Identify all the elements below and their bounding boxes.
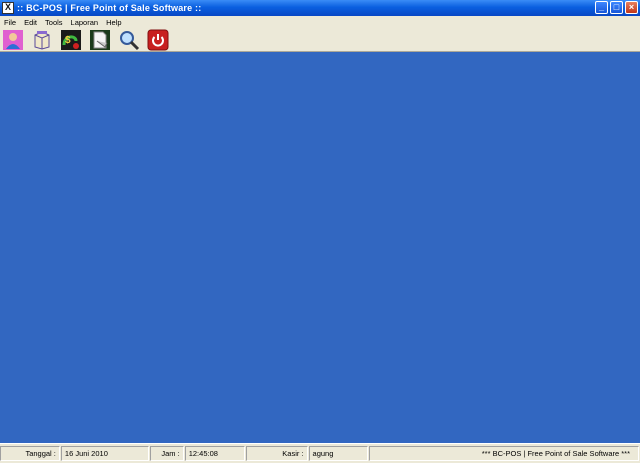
window-controls: _ □ ×	[595, 1, 638, 14]
jam-value: 12:45:08	[184, 446, 245, 461]
footer-text: *** BC-POS | Free Point of Sale Software…	[369, 446, 639, 461]
user-icon	[3, 29, 23, 50]
workspace-area	[0, 52, 640, 443]
window-title: :: BC-POS | Free Point of Sale Software …	[17, 3, 202, 13]
menu-bar: File Edit Tools Laporan Help	[0, 16, 640, 28]
sales-button[interactable]: $	[59, 29, 83, 51]
power-icon	[147, 29, 169, 50]
close-button[interactable]: ×	[625, 1, 638, 14]
tanggal-value: 16 Juni 2010	[60, 446, 149, 461]
report-button[interactable]	[88, 29, 112, 51]
svg-text:$: $	[65, 35, 71, 46]
toolbar: $	[0, 28, 640, 52]
jam-label: Jam :	[149, 446, 184, 461]
document-icon	[90, 29, 110, 50]
minimize-button[interactable]: _	[595, 1, 608, 14]
menu-help[interactable]: Help	[102, 18, 125, 27]
product-button[interactable]	[30, 29, 54, 51]
maximize-button[interactable]: □	[610, 1, 623, 14]
user-button[interactable]	[1, 29, 25, 51]
kasir-value: agung	[308, 446, 369, 461]
menu-tools[interactable]: Tools	[41, 18, 67, 27]
title-bar[interactable]: :: BC-POS | Free Point of Sale Software …	[0, 0, 640, 16]
search-button[interactable]	[117, 29, 141, 51]
kasir-label: Kasir :	[245, 446, 308, 461]
magnifier-icon	[120, 30, 140, 50]
menu-edit[interactable]: Edit	[20, 18, 41, 27]
menu-file[interactable]: File	[0, 18, 20, 27]
tanggal-label: Tanggal :	[0, 446, 60, 461]
app-icon[interactable]	[2, 2, 14, 14]
exit-button[interactable]	[146, 29, 170, 51]
menu-laporan[interactable]: Laporan	[67, 18, 103, 27]
box-icon	[34, 30, 50, 50]
status-bar: Tanggal : 16 Juni 2010 Jam : 12:45:08 Ka…	[0, 443, 640, 463]
sales-icon: $	[61, 29, 81, 50]
